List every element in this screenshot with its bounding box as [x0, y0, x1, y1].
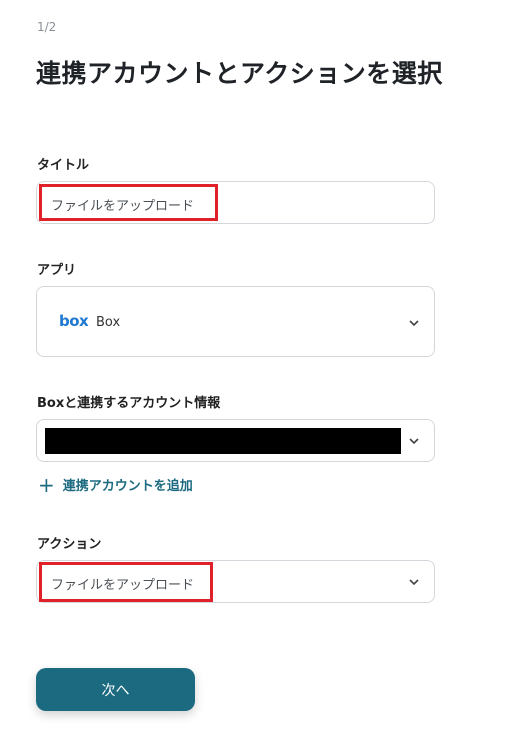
page-title: 連携アカウントとアクションを選択 [36, 59, 443, 88]
app-field-label: アプリ [37, 263, 77, 278]
box-logo-icon: box [59, 312, 89, 330]
title-highlight-box [39, 184, 218, 221]
title-field-label: タイトル [37, 158, 90, 173]
chevron-down-icon [409, 320, 419, 327]
chevron-down-icon [409, 438, 419, 445]
add-account-label: 連携アカウントを追加 [62, 479, 193, 494]
action-highlight-box [39, 562, 213, 602]
page: 1/2 連携アカウントとアクションを選択 タイトル ファイルをアップロード アプ… [0, 0, 521, 741]
step-indicator: 1/2 [37, 20, 57, 34]
action-field-label: アクション [37, 537, 102, 552]
app-select[interactable]: box Box [36, 286, 435, 357]
app-select-value: Box [96, 315, 121, 330]
chevron-down-icon [409, 579, 419, 586]
redacted-account-value [45, 428, 401, 454]
next-button[interactable]: 次へ [36, 668, 195, 711]
account-select[interactable] [36, 419, 435, 462]
account-field-label: Boxと連携するアカウント情報 [37, 396, 221, 411]
add-account-link[interactable]: + 連携アカウントを追加 [38, 472, 193, 497]
plus-icon: + [38, 472, 55, 497]
